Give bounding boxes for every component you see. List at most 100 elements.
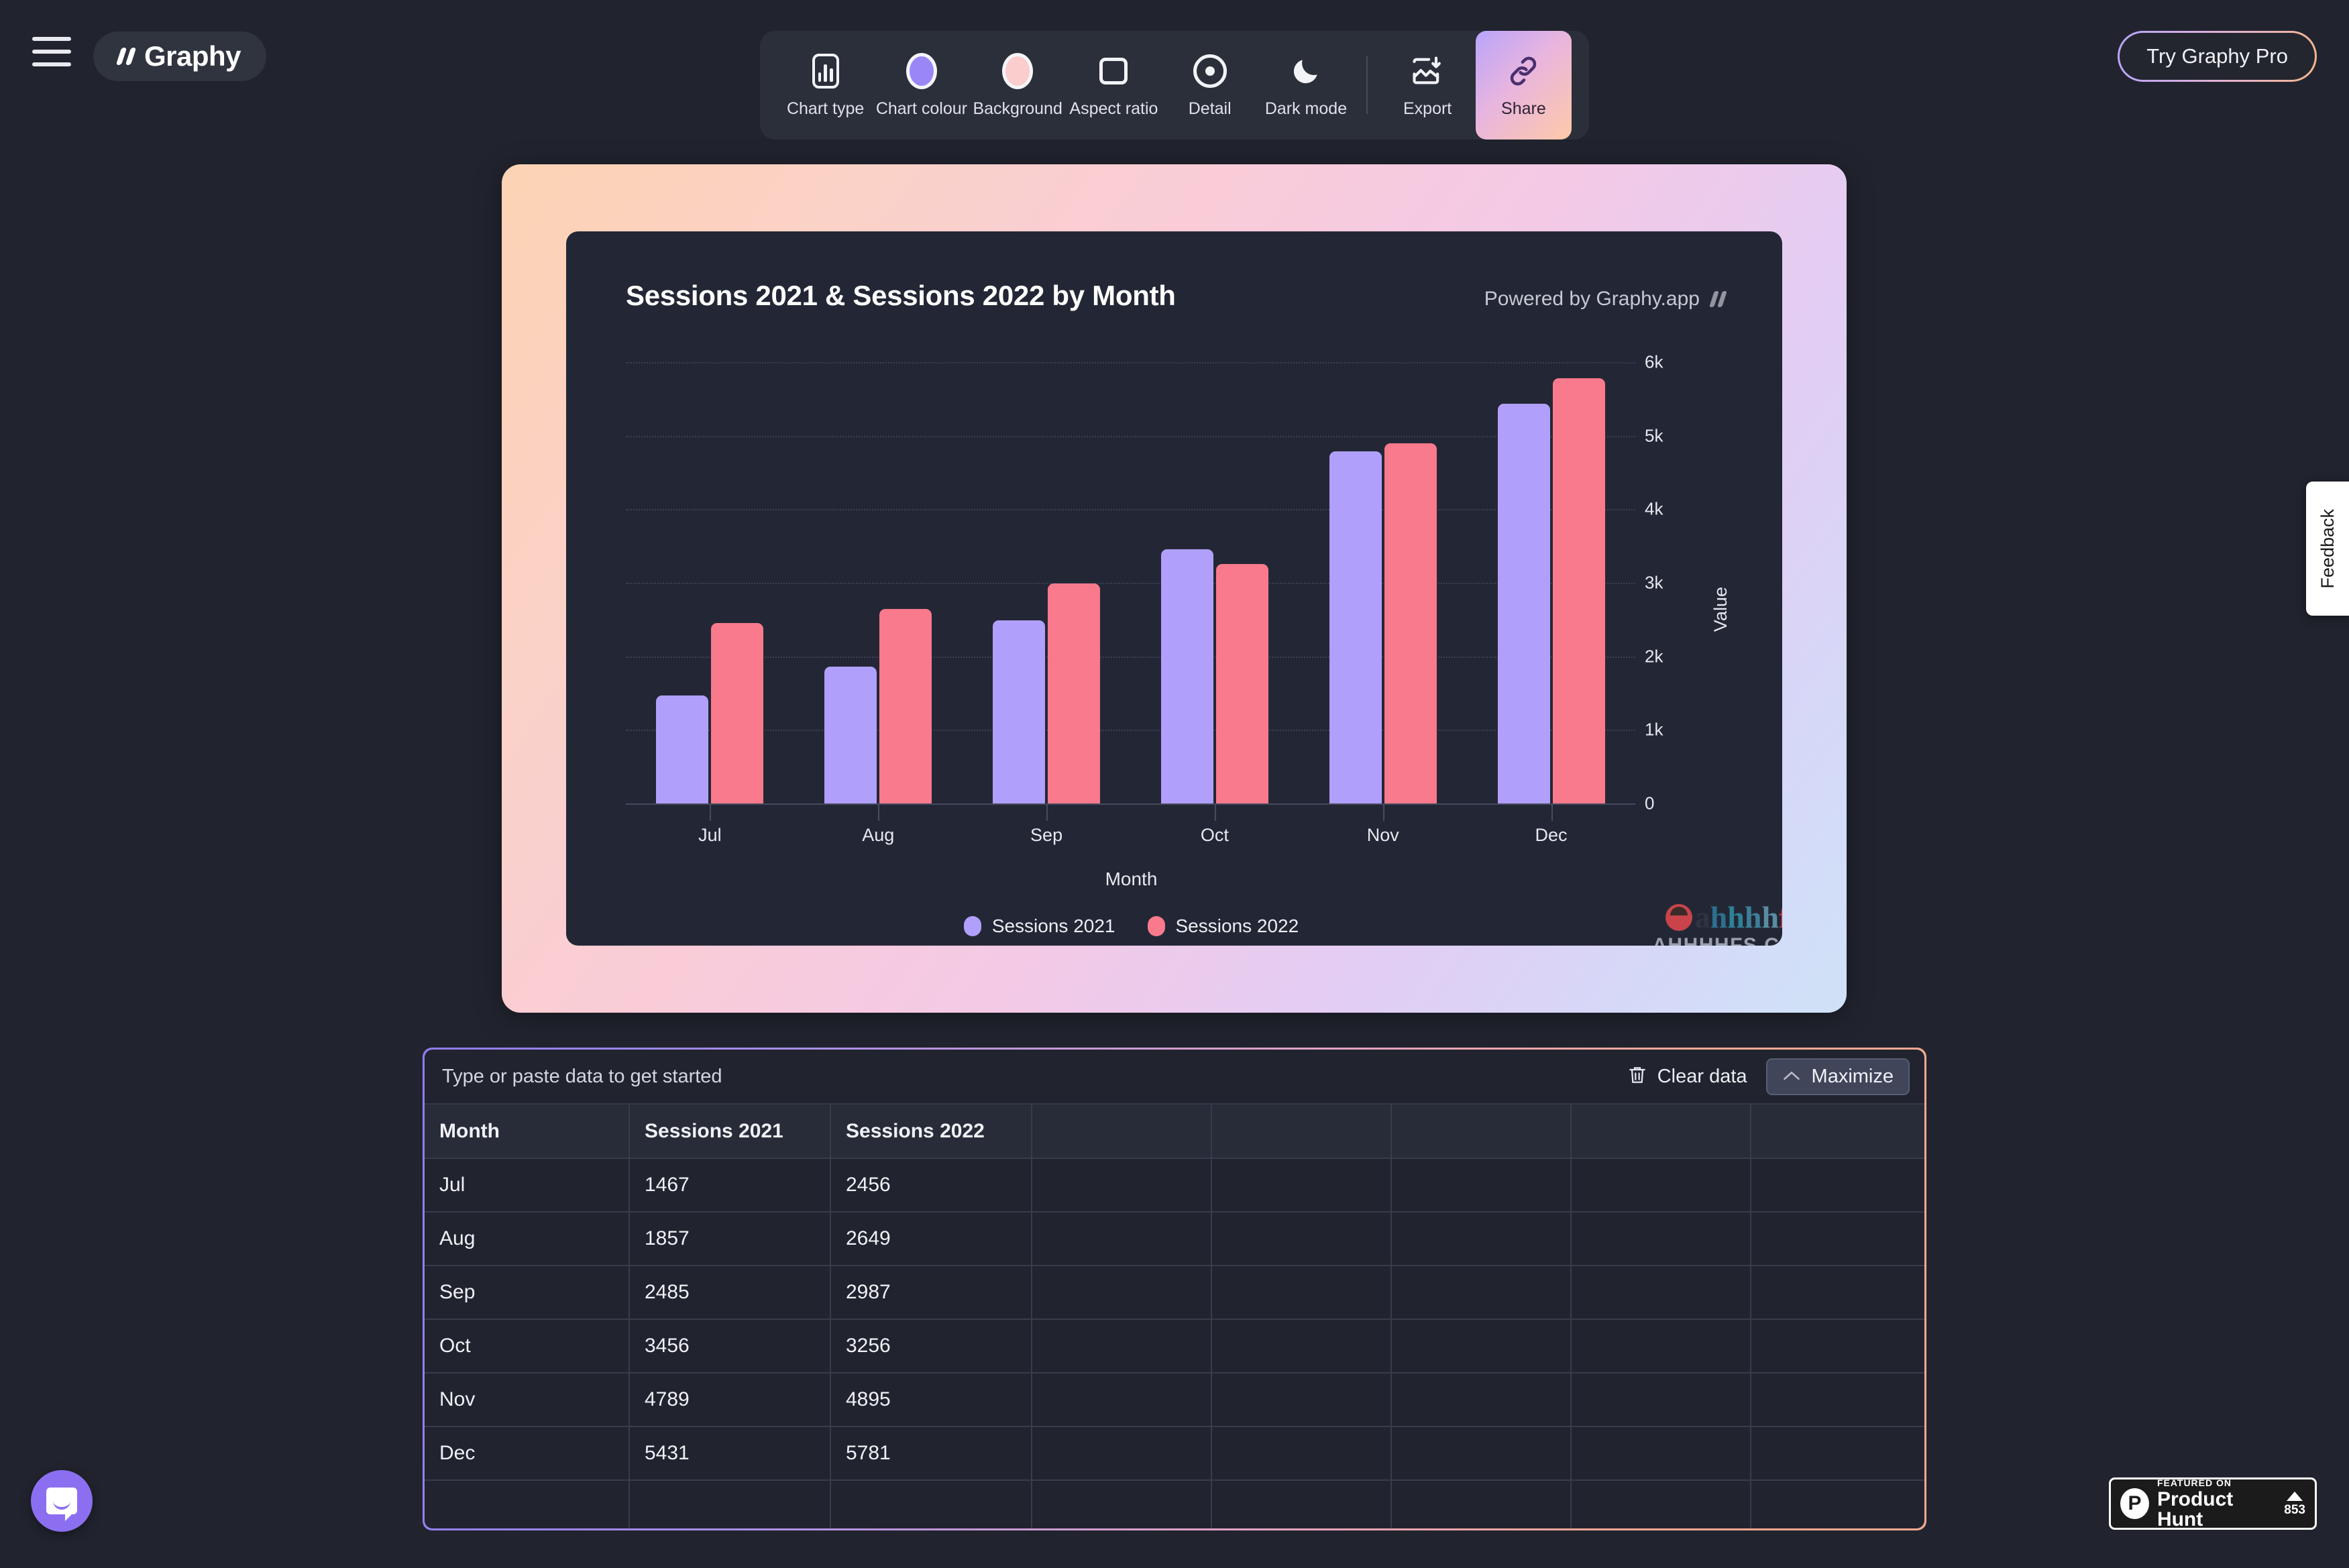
table-cell[interactable] [629, 1480, 831, 1528]
table-cell[interactable] [1211, 1373, 1392, 1427]
tool-share[interactable]: Share [1475, 31, 1572, 139]
bar[interactable] [1160, 549, 1213, 803]
table-cell[interactable] [1211, 1480, 1392, 1528]
table-cell[interactable] [1211, 1426, 1392, 1481]
table-cell[interactable] [1391, 1266, 1572, 1320]
table-cell[interactable] [1751, 1266, 1924, 1320]
feedback-tab[interactable]: Feedback [2306, 482, 2349, 616]
tool-detail[interactable]: Detail [1162, 31, 1258, 139]
x-tick [1214, 805, 1216, 821]
table-header-cell[interactable]: Month [425, 1105, 630, 1159]
table-header-cell[interactable] [1391, 1105, 1572, 1159]
table-cell[interactable]: 1467 [629, 1158, 831, 1213]
tool-aspect-ratio[interactable]: Aspect ratio [1066, 31, 1162, 139]
table-cell[interactable] [1391, 1319, 1572, 1374]
table-cell[interactable] [1571, 1212, 1751, 1266]
table-cell[interactable]: 5781 [830, 1426, 1032, 1481]
chart-card[interactable]: Sessions 2021 & Sessions 2022 by Month P… [566, 231, 1782, 946]
table-cell[interactable] [1571, 1266, 1751, 1320]
table-cell[interactable] [425, 1480, 630, 1528]
table-cell[interactable]: Aug [425, 1212, 630, 1266]
hamburger-icon[interactable] [32, 37, 71, 66]
table-cell[interactable]: Oct [425, 1319, 630, 1374]
table-cell[interactable] [1032, 1480, 1212, 1528]
table-cell[interactable]: 3256 [830, 1319, 1032, 1374]
table-header-cell[interactable] [1211, 1105, 1392, 1159]
clear-data-button[interactable]: Clear data [1620, 1058, 1754, 1095]
tool-chart-type[interactable]: Chart type [777, 31, 873, 139]
table-header-cell[interactable] [1032, 1105, 1212, 1159]
bar[interactable] [1215, 563, 1268, 803]
tool-chart-colour[interactable]: Chart colour [873, 31, 969, 139]
table-cell[interactable] [1032, 1426, 1212, 1481]
table-header-cell[interactable]: Sessions 2021 [629, 1105, 831, 1159]
table-cell[interactable] [1571, 1158, 1751, 1213]
table-cell[interactable]: 4895 [830, 1373, 1032, 1427]
bar[interactable] [656, 695, 709, 803]
table-cell[interactable] [1751, 1212, 1924, 1266]
table-cell[interactable] [1032, 1212, 1212, 1266]
try-graphy-pro-button[interactable]: Try Graphy Pro [2118, 31, 2317, 82]
table-cell[interactable] [1751, 1158, 1924, 1213]
table-cell[interactable] [1751, 1373, 1924, 1427]
table-header-cell[interactable] [1751, 1105, 1924, 1159]
tool-dark-mode[interactable]: Dark mode [1258, 31, 1354, 139]
table-cell[interactable] [1211, 1319, 1392, 1374]
y-tick-label: 3k [1645, 572, 1663, 593]
table-header-cell[interactable] [1571, 1105, 1751, 1159]
tool-export[interactable]: Export [1380, 31, 1476, 139]
table-cell[interactable] [1391, 1212, 1572, 1266]
table-cell[interactable] [1032, 1373, 1212, 1427]
table-cell[interactable]: 2485 [629, 1266, 831, 1320]
table-cell[interactable]: 5431 [629, 1426, 831, 1481]
bar[interactable] [993, 620, 1046, 803]
table-cell[interactable] [1751, 1480, 1924, 1528]
bar[interactable] [1048, 583, 1101, 803]
table-cell[interactable]: 2456 [830, 1158, 1032, 1213]
product-hunt-badge[interactable]: P FEATURED ON Product Hunt 853 [2109, 1477, 2317, 1530]
bar[interactable] [879, 608, 932, 803]
table-cell[interactable]: 2987 [830, 1266, 1032, 1320]
table-cell[interactable] [1391, 1426, 1572, 1481]
table-cell[interactable]: 3456 [629, 1319, 831, 1374]
bar-group [794, 362, 963, 803]
table-cell[interactable] [1211, 1212, 1392, 1266]
table-cell[interactable] [1032, 1319, 1212, 1374]
table-cell[interactable] [1211, 1158, 1392, 1213]
table-cell[interactable]: 1857 [629, 1212, 831, 1266]
bar[interactable] [711, 622, 764, 803]
table-cell[interactable] [1391, 1480, 1572, 1528]
legend-item[interactable]: Sessions 2021 [963, 915, 1115, 937]
table-cell[interactable] [1751, 1426, 1924, 1481]
table-cell[interactable] [1032, 1158, 1212, 1213]
bar[interactable] [1552, 378, 1605, 803]
table-cell[interactable]: 4789 [629, 1373, 831, 1427]
maximize-button[interactable]: Maximize [1765, 1058, 1910, 1095]
tool-background[interactable]: Background [970, 31, 1066, 139]
table-cell[interactable] [1571, 1319, 1751, 1374]
table-cell[interactable] [1571, 1480, 1751, 1528]
table-cell[interactable] [1571, 1426, 1751, 1481]
table-cell[interactable]: Nov [425, 1373, 630, 1427]
bar[interactable] [1384, 443, 1437, 803]
table-cell[interactable] [830, 1480, 1032, 1528]
table-cell[interactable]: Jul [425, 1158, 630, 1213]
data-table[interactable]: Month Sessions 2021 Sessions 2022 Jul 1467 2… [425, 1105, 1924, 1528]
table-cell[interactable] [1211, 1266, 1392, 1320]
table-cell[interactable] [1391, 1373, 1572, 1427]
tool-label: Chart colour [875, 99, 967, 118]
intercom-chat-button[interactable] [31, 1470, 93, 1532]
table-cell[interactable]: 2649 [830, 1212, 1032, 1266]
table-cell[interactable]: Dec [425, 1426, 630, 1481]
table-cell[interactable] [1571, 1373, 1751, 1427]
legend-item[interactable]: Sessions 2022 [1147, 915, 1299, 937]
table-cell[interactable] [1032, 1266, 1212, 1320]
graphy-logo[interactable]: Graphy [93, 32, 267, 81]
table-cell[interactable] [1391, 1158, 1572, 1213]
bar[interactable] [1497, 404, 1550, 803]
bar[interactable] [1329, 451, 1382, 803]
table-cell[interactable] [1751, 1319, 1924, 1374]
table-cell[interactable]: Sep [425, 1266, 630, 1320]
table-header-cell[interactable]: Sessions 2022 [830, 1105, 1032, 1159]
bar[interactable] [824, 667, 877, 803]
